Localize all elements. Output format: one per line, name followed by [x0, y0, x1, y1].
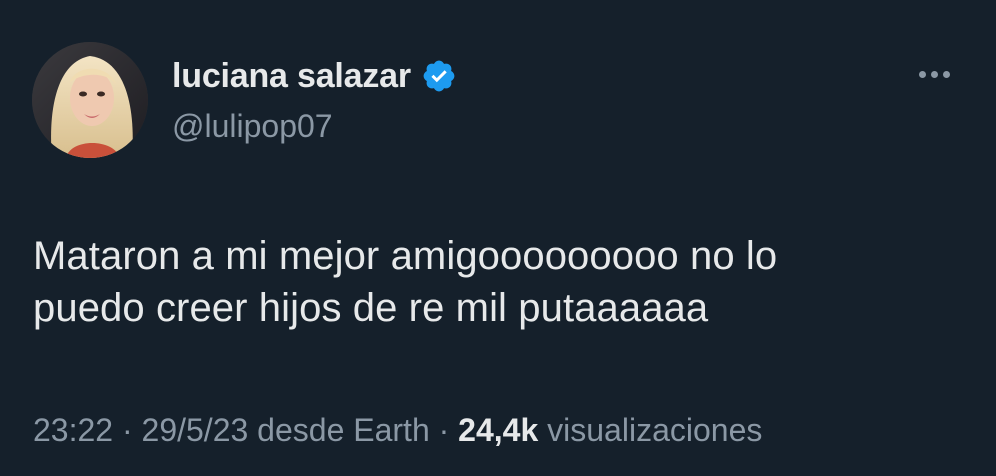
views-count[interactable]: 24,4k: [458, 412, 538, 448]
tweet-text: Mataron a mi mejor amigooooooooo no lo p…: [33, 230, 963, 334]
views-label: visualizaciones: [547, 412, 763, 448]
tweet-time[interactable]: 23:22: [33, 412, 113, 448]
more-dot: [942, 70, 950, 78]
verified-badge-icon: [421, 58, 457, 94]
separator-dot: ·: [438, 412, 459, 448]
more-options-icon[interactable]: [912, 60, 956, 88]
name-row: luciana salazar: [172, 52, 457, 100]
tweet-text-line: Mataron a mi mejor amigooooooooo no lo: [33, 234, 778, 278]
tweet-card: luciana salazar @lulipop07 Mataron a mi …: [0, 0, 996, 476]
more-dot: [930, 70, 938, 78]
tweet-date[interactable]: 29/5/23: [142, 412, 249, 448]
avatar[interactable]: [32, 42, 148, 158]
avatar-image: [32, 42, 148, 158]
more-dot: [918, 70, 926, 78]
tweet-text-line: puedo creer hijos de re mil putaaaaaa: [33, 286, 709, 330]
separator-dot: ·: [121, 412, 142, 448]
tweet-meta: 23:22 · 29/5/23 desde Earth · 24,4k visu…: [33, 408, 762, 452]
user-handle[interactable]: @lulipop07: [172, 104, 333, 148]
display-name[interactable]: luciana salazar: [172, 52, 411, 100]
tweet-source: desde Earth: [257, 412, 430, 448]
